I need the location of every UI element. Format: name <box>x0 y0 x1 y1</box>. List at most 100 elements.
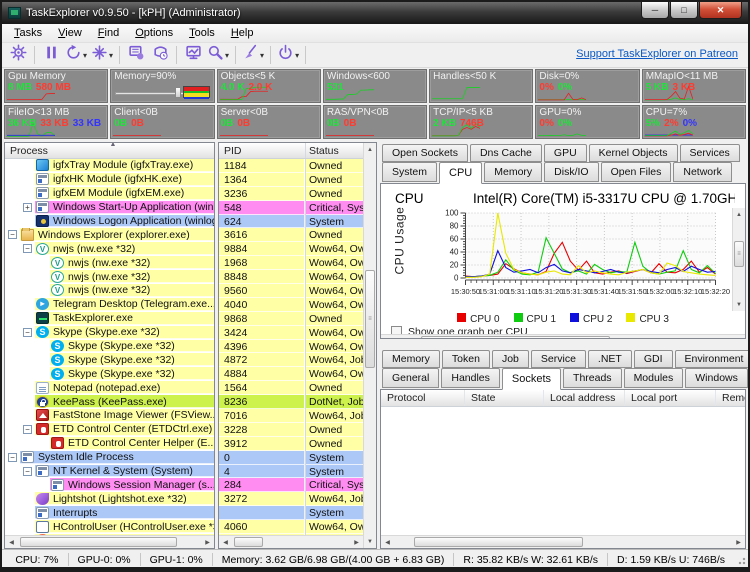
tab-service[interactable]: Service <box>531 350 586 368</box>
minimize-button[interactable]: ─ <box>641 2 669 19</box>
process-row[interactable]: FastStone Image Viewer (FSView... <box>5 409 214 423</box>
tab-services[interactable]: Services <box>680 144 740 162</box>
tab-open-sockets[interactable]: Open Sockets <box>382 144 468 162</box>
menu-item-tasks[interactable]: Tasks <box>6 25 50 41</box>
sockets-column-state[interactable]: State <box>465 390 544 406</box>
process-row[interactable]: Windows Session Manager (s... <box>5 478 214 492</box>
process-row[interactable]: −System Idle Process <box>5 451 214 465</box>
gauge-memory[interactable]: Memory=90% <box>110 69 214 103</box>
pid-status-row[interactable]: 0System <box>219 451 363 465</box>
pid-status-row[interactable]: 3236Owned <box>219 187 363 201</box>
process-horizontal-scrollbar[interactable]: ◀ ▶ <box>5 535 214 548</box>
pid-status-row[interactable]: 4884Wow64, Owned <box>219 367 363 381</box>
monitor-button[interactable] <box>181 44 205 66</box>
pid-status-row[interactable]: 8848Wow64, Owned <box>219 270 363 284</box>
process-row[interactable]: igfxEM Module (igfxEM.exe) <box>5 187 214 201</box>
process-row[interactable]: −NT Kernel & System (System) <box>5 465 214 479</box>
pid-horizontal-scrollbar[interactable]: ◀ ▶ <box>219 535 363 548</box>
process-row[interactable]: HControlUser (HControlUser.exe *32) <box>5 520 214 534</box>
sockets-column-local-address[interactable]: Local address <box>544 390 625 406</box>
process-row[interactable]: SSkype (Skype.exe *32) <box>5 353 214 367</box>
process-row[interactable]: ETD Control Center Helper (E... <box>5 437 214 451</box>
expand-tree-button[interactable]: ▾ <box>89 44 115 66</box>
process-row[interactable]: TaskExplorer.exe <box>5 312 214 326</box>
pid-status-row[interactable]: 284Critical, System <box>219 478 363 492</box>
pid-status-row[interactable]: 9868Owned <box>219 312 363 326</box>
refresh-button[interactable]: ▾ <box>63 44 89 66</box>
tab-cpu[interactable]: CPU <box>439 162 482 184</box>
settings-gear-button[interactable] <box>6 44 30 66</box>
tab-threads[interactable]: Threads <box>563 368 622 388</box>
gauge-tcp-ip[interactable]: TCP/IP<5 KB2 KB746B <box>429 105 533 139</box>
pid-status-row[interactable]: 3424Wow64, Owned <box>219 326 363 340</box>
menu-item-help[interactable]: Help <box>223 25 262 41</box>
collapse-icon[interactable]: − <box>23 425 32 434</box>
pid-status-row[interactable]: 3912Owned <box>219 437 363 451</box>
list-vertical-scrollbar[interactable]: ▲ ≡ ▼ <box>363 143 376 548</box>
tab-gpu[interactable]: GPU <box>544 144 587 162</box>
process-row[interactable]: ▸Telegram Desktop (Telegram.exe... <box>5 298 214 312</box>
pid-status-row[interactable]: 3272Wow64, Job, Owned <box>219 492 363 506</box>
tab-modules[interactable]: Modules <box>624 368 684 388</box>
tab-token[interactable]: Token <box>442 350 490 368</box>
find-handles-button[interactable]: ▾ <box>205 44 231 66</box>
tab-memory[interactable]: Memory <box>484 162 542 182</box>
tab-dns-cache[interactable]: Dns Cache <box>470 144 542 162</box>
process-row[interactable]: Interrupts <box>5 506 214 520</box>
menu-item-tools[interactable]: Tools <box>181 25 223 41</box>
pagefile-clock-button[interactable] <box>148 44 172 66</box>
system-info-button[interactable] <box>124 44 148 66</box>
gauge-cpu[interactable]: CPU=7%5%2%0% <box>642 105 746 139</box>
scroll-right-icon[interactable]: ▶ <box>732 536 745 548</box>
pid-status-row[interactable]: System <box>219 506 363 520</box>
menu-item-view[interactable]: View <box>50 25 90 41</box>
tab-general[interactable]: General <box>382 368 439 388</box>
sockets-column-headers[interactable]: ProtocolStateLocal addressLocal portRemo <box>381 390 745 407</box>
pid-status-row[interactable] <box>219 534 363 535</box>
gauge-client[interactable]: Client<0B0B0B <box>110 105 214 139</box>
sockets-column-remo[interactable]: Remo <box>716 390 746 406</box>
title-bar[interactable]: TaskExplorer v0.9.50 - [kPH] (Administra… <box>2 2 748 24</box>
tab-network[interactable]: Network <box>673 162 732 182</box>
pid-status-row[interactable]: 1968Wow64, Owned <box>219 256 363 270</box>
gauge-fileio[interactable]: FileIO<13 MB36 KB33 KB33 KB <box>4 105 108 139</box>
gauge-server[interactable]: Server<0B0B0B <box>217 105 321 139</box>
pid-status-row[interactable]: 548Critical, System <box>219 201 363 215</box>
show-per-cpu-checkbox[interactable] <box>391 326 402 334</box>
process-row[interactable]: +Windows Start-Up Application (wini... <box>5 201 214 215</box>
pid-status-row[interactable]: 9560Wow64, Owned <box>219 284 363 298</box>
scroll-down-icon[interactable]: ▼ <box>364 535 376 548</box>
pid-status-row[interactable]: 4System <box>219 465 363 479</box>
pid-status-row[interactable]: 8236DotNet, Job, Owned <box>219 395 363 409</box>
pid-status-row[interactable]: 4872Wow64, Job, Owned <box>219 353 363 367</box>
process-row[interactable]: igfxTray Module (igfxTray.exe) <box>5 159 214 173</box>
process-row[interactable]: SSkype (Skype.exe *32) <box>5 340 214 354</box>
menu-item-options[interactable]: Options <box>127 25 181 41</box>
pause-button[interactable] <box>39 44 63 66</box>
scroll-right-icon[interactable]: ▶ <box>350 536 363 548</box>
cleanup-broom-button[interactable]: ▾ <box>240 44 266 66</box>
column-header-process[interactable]: Process ▲ <box>5 143 214 159</box>
pid-status-row[interactable]: 624System <box>219 215 363 229</box>
collapse-icon[interactable]: − <box>8 230 17 239</box>
close-button[interactable]: ✕ <box>699 2 742 19</box>
gauge-gpu[interactable]: GPU=0%0%0% <box>535 105 639 139</box>
gauge-handles[interactable]: Handles<50 K <box>429 69 533 103</box>
tab-environment[interactable]: Environment <box>675 350 750 368</box>
pid-status-row[interactable]: 3228Owned <box>219 423 363 437</box>
pid-status-row[interactable]: 1564Owned <box>219 381 363 395</box>
maximize-button[interactable]: □ <box>670 2 698 19</box>
pid-status-row[interactable]: 3616Owned <box>219 228 363 242</box>
pid-status-row[interactable]: 1364Owned <box>219 173 363 187</box>
scroll-left-icon[interactable]: ◀ <box>381 536 394 548</box>
power-button[interactable]: ▾ <box>275 44 301 66</box>
sockets-column-local-port[interactable]: Local port <box>625 390 716 406</box>
process-row[interactable]: −Vnwjs (nw.exe *32) <box>5 242 214 256</box>
pid-status-row[interactable]: 9884Wow64, Owned <box>219 242 363 256</box>
scroll-left-icon[interactable]: ◀ <box>5 536 18 548</box>
sockets-column-protocol[interactable]: Protocol <box>381 390 465 406</box>
tab-kernel-objects[interactable]: Kernel Objects <box>589 144 678 162</box>
sockets-horizontal-scrollbar[interactable]: ◀ ▶ <box>381 535 745 548</box>
scroll-up-icon[interactable]: ▲ <box>733 208 745 221</box>
gauge-gpu-memory[interactable]: Gpu Memory8 MB580 MB <box>4 69 108 103</box>
